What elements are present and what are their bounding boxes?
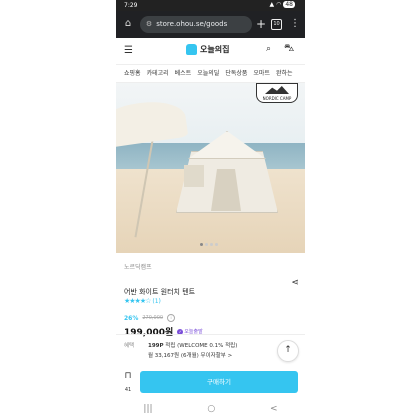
tent-roof: [188, 131, 266, 159]
buy-button[interactable]: 구매하기: [140, 371, 298, 393]
search-icon[interactable]: ⌕: [266, 44, 271, 54]
category-nav: 쇼핑홈 카테고리 베스트 오늘의딜 단독상품 오마트 완하는: [116, 65, 305, 83]
carousel-dot[interactable]: [205, 243, 208, 246]
battery-indicator: 48: [283, 1, 295, 8]
bookmark-button[interactable]: ⊓ 41: [121, 371, 135, 395]
url-text: store.ohou.se/goods: [156, 20, 228, 28]
title-row: 어반 화이트 원터치 텐트 ⋖: [124, 278, 299, 296]
back-icon[interactable]: <: [270, 404, 278, 414]
original-price: 270,000: [142, 315, 164, 321]
sale-price: 199,000원: [124, 328, 174, 338]
status-bar: 7:29 ▲ ◠ 48: [116, 0, 305, 11]
logo-house-icon: [186, 44, 197, 55]
product-info: 노르딕캠프 어반 화이트 원터치 텐트 ⋖ ★★★★☆ (1) 26% 270,…: [124, 262, 299, 338]
carousel-dot[interactable]: [210, 243, 213, 246]
purchase-bar: ⊓ 41 구매하기: [116, 368, 305, 398]
category-tab[interactable]: 오늘의딜: [197, 65, 219, 82]
brand-badge-logo: NORDIC CAMP: [256, 83, 298, 103]
home-nav-icon[interactable]: ○: [207, 404, 215, 414]
signal-icon: ▲: [269, 1, 275, 8]
address-bar[interactable]: ⚙ store.ohou.se/goods: [140, 16, 252, 33]
tab-switcher-button[interactable]: 10: [271, 19, 282, 30]
benefit-points: 199P: [148, 343, 164, 349]
star-rating: ★★★★☆: [124, 297, 151, 305]
site-logo[interactable]: 오늘의집: [186, 44, 229, 55]
rating-row[interactable]: ★★★★☆ (1): [124, 297, 299, 305]
home-icon[interactable]: ⌂: [122, 18, 134, 30]
product-title: 어반 화이트 원터치 텐트: [124, 288, 196, 296]
sale-price-row: 199,000원 ✓ 오늘출발: [124, 325, 299, 338]
discount-rate: 26%: [124, 314, 139, 322]
more-vert-icon[interactable]: ⋮: [290, 17, 300, 31]
bookmark-icon: ⊓: [124, 371, 132, 381]
category-tab[interactable]: 오마트: [253, 65, 270, 82]
android-nav-bar: ||| ○ <: [116, 398, 305, 420]
review-count[interactable]: (1): [152, 298, 161, 305]
status-time: 7:29: [124, 2, 138, 9]
benefit-points-line: 199P 적립 (WELCOME 0.1% 적립): [148, 341, 237, 349]
product-brand[interactable]: 노르딕캠프: [124, 262, 299, 271]
benefit-points-text: 적립 (WELCOME 0.1% 적립): [163, 343, 238, 349]
original-price-row: 26% 270,000 i: [124, 314, 299, 322]
category-tab[interactable]: 완하는: [276, 65, 293, 82]
info-icon[interactable]: i: [167, 314, 176, 322]
category-tab[interactable]: 단독상품: [225, 65, 247, 82]
new-tab-icon[interactable]: +: [256, 17, 266, 31]
phone-screen: 7:29 ▲ ◠ 48 ⌂ ⚙ store.ohou.se/goods + 10…: [116, 0, 305, 420]
product-image-carousel[interactable]: NORDIC CAMP: [116, 83, 305, 253]
bookmark-count: 41: [124, 387, 132, 393]
section-divider: [116, 334, 305, 335]
site-header: ☰ 오늘의집 ⌕ ⛍: [116, 38, 305, 65]
category-tab[interactable]: 베스트: [175, 65, 192, 82]
tent-window: [184, 165, 204, 187]
tent-illustration: [166, 131, 286, 213]
recents-icon[interactable]: |||: [143, 404, 152, 414]
wifi-icon: ◠: [276, 1, 282, 8]
category-tab[interactable]: 카테고리: [147, 65, 169, 82]
scroll-to-top-button[interactable]: ↑: [277, 340, 299, 362]
status-icons: ▲ ◠ 48: [269, 1, 295, 8]
installment-info[interactable]: 월 33,167원 (6개월) 무이자할부 >: [148, 351, 232, 359]
category-tab[interactable]: 쇼핑홈: [124, 65, 141, 82]
cart-icon[interactable]: ⛍: [284, 43, 294, 56]
hamburger-menu-icon[interactable]: ☰: [124, 45, 133, 56]
carousel-dot-active[interactable]: [200, 243, 203, 246]
carousel-dot[interactable]: [215, 243, 218, 246]
share-icon[interactable]: ⋖: [291, 278, 299, 288]
mountain-icon: [265, 86, 289, 94]
logo-text: 오늘의집: [200, 45, 230, 54]
browser-toolbar: ⌂ ⚙ store.ohou.se/goods + 10 ⋮: [116, 11, 305, 38]
brand-badge-text: NORDIC CAMP: [262, 96, 292, 101]
carousel-dots: [200, 243, 218, 246]
benefit-label: 혜택: [124, 343, 135, 349]
site-settings-icon[interactable]: ⚙: [144, 16, 154, 33]
